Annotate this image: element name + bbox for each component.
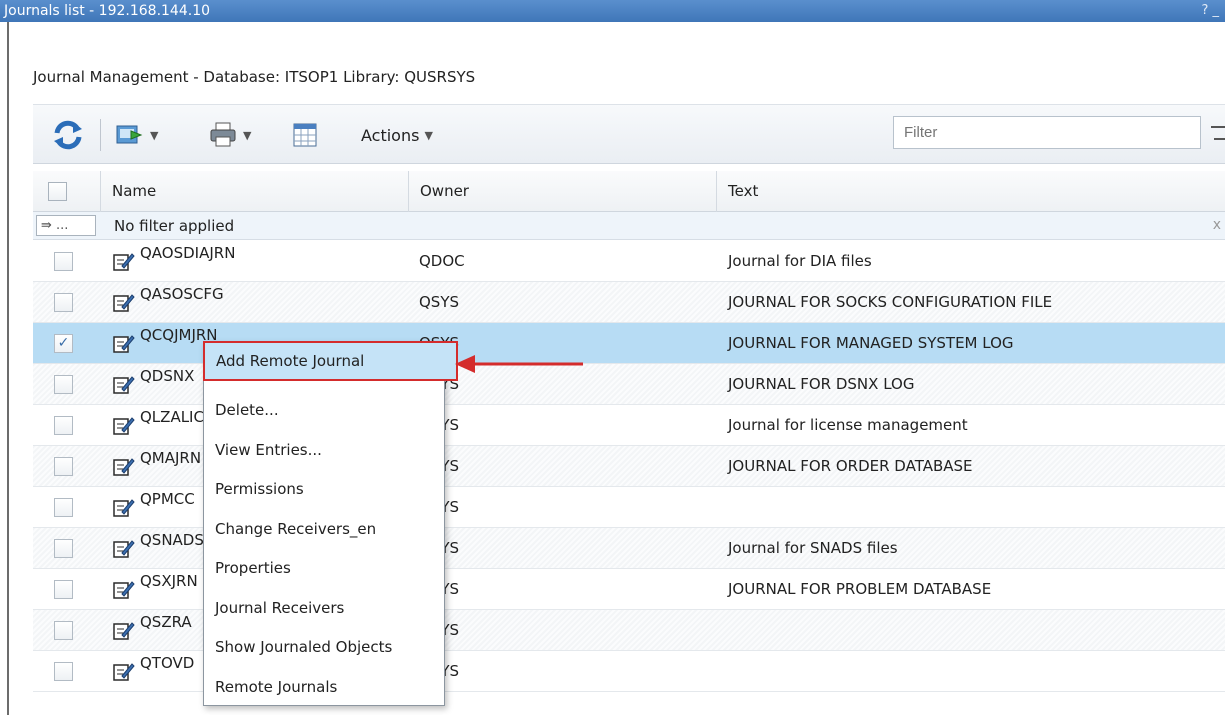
table-row[interactable]: QASOSCFG QSYS JOURNAL FOR SOCKS CONFIGURAT…: [33, 282, 1225, 323]
table-config-icon: [293, 123, 317, 147]
journal-owner: QSYS: [419, 293, 460, 311]
table-row[interactable]: QAOSDIAJRN QDOC Journal for DIA files: [33, 241, 1225, 282]
filter-status-row: ⇛ ... No filter applied x: [33, 212, 1225, 240]
journal-text: Journal for license management: [728, 416, 968, 434]
journal-text: JOURNAL FOR PROBLEM DATABASE: [728, 580, 992, 598]
journal-name[interactable]: QDSNX: [140, 367, 194, 385]
export-menu-button[interactable]: ▼: [115, 119, 158, 151]
menu-item-remote-journals[interactable]: Remote Journals: [204, 667, 444, 707]
table-config-button[interactable]: [293, 119, 317, 151]
apply-filter-button[interactable]: [1208, 117, 1225, 149]
filter-options-label: ...: [56, 218, 69, 233]
journal-text: Journal for SNADS files: [728, 539, 898, 557]
row-checkbox[interactable]: [54, 539, 73, 558]
journal-text: Journal for DIA files: [728, 252, 872, 270]
row-checkbox[interactable]: [54, 416, 73, 435]
journal-icon: [113, 622, 135, 640]
journal-text: JOURNAL FOR SOCKS CONFIGURATION FILE: [728, 293, 1053, 311]
journal-name[interactable]: QAOSDIAJRN: [140, 244, 235, 262]
journal-icon: [113, 540, 135, 558]
window-frame-left: [7, 22, 9, 715]
context-menu: Add Remote Journal Delete... View Entrie…: [203, 341, 458, 707]
column-header-owner[interactable]: Owner: [408, 171, 716, 212]
filter-options-button[interactable]: ⇛ ...: [36, 215, 96, 236]
actions-menu-button[interactable]: Actions ▼: [361, 119, 433, 151]
journal-text: JOURNAL FOR ORDER DATABASE: [728, 457, 973, 475]
journal-text: JOURNAL FOR DSNX LOG: [728, 375, 915, 393]
row-checkbox[interactable]: [54, 662, 73, 681]
menu-item-view-entries[interactable]: View Entries...: [204, 430, 444, 470]
journal-name[interactable]: QSZRA: [140, 613, 192, 631]
chevron-down-icon: ▼: [150, 128, 159, 142]
window-title-bar: Journals list - 192.168.144.10 ? _: [0, 0, 1225, 22]
journal-icon: [113, 499, 135, 517]
journal-name[interactable]: QLZALIC: [140, 408, 204, 426]
chevron-down-icon: ▼: [424, 128, 433, 142]
callout-arrow: [455, 355, 583, 373]
journal-name[interactable]: QSNADS: [140, 531, 204, 549]
journal-icon: [113, 253, 135, 271]
column-header-text[interactable]: Text: [716, 171, 1225, 212]
row-checkbox[interactable]: [54, 375, 73, 394]
window-controls[interactable]: ? _: [1201, 0, 1219, 22]
row-checkbox[interactable]: [54, 498, 73, 517]
journal-icon: [113, 458, 135, 476]
clear-filter-button[interactable]: x: [1213, 212, 1221, 238]
table-header: Name Owner Text: [33, 171, 1225, 212]
filter-input[interactable]: [893, 116, 1201, 149]
apply-filter-icon: [1211, 126, 1225, 140]
journal-icon: [113, 294, 135, 312]
row-checkbox[interactable]: [54, 457, 73, 476]
menu-item-change-receivers[interactable]: Change Receivers_en: [204, 509, 444, 549]
toolbar: ▼ ▼ Actions ▼: [33, 104, 1225, 164]
menu-item-journal-receivers[interactable]: Journal Receivers: [204, 588, 444, 628]
row-checkbox[interactable]: [54, 621, 73, 640]
refresh-button[interactable]: [51, 119, 85, 151]
row-checkbox[interactable]: [54, 580, 73, 599]
menu-item-show-journaled-objects[interactable]: Show Journaled Objects: [204, 627, 444, 667]
journal-icon: [113, 417, 135, 435]
filter-arrows-icon: ⇛: [41, 218, 52, 233]
journal-icon: [113, 376, 135, 394]
chevron-down-icon: ▼: [243, 128, 252, 142]
window-title: Journals list - 192.168.144.10: [4, 3, 211, 19]
menu-item-delete[interactable]: Delete...: [204, 390, 444, 430]
select-all-checkbox[interactable]: [48, 182, 67, 201]
filter-status-text: No filter applied: [114, 217, 235, 235]
journal-name[interactable]: QASOSCFG: [140, 285, 224, 303]
toolbar-separator: [100, 119, 101, 151]
export-icon: [116, 125, 143, 144]
journal-text: JOURNAL FOR MANAGED SYSTEM LOG: [728, 334, 1014, 352]
print-menu-button[interactable]: ▼: [208, 119, 251, 151]
journal-owner: QDOC: [419, 252, 465, 270]
journal-name[interactable]: QPMCC: [140, 490, 195, 508]
row-checkbox[interactable]: [54, 293, 73, 312]
journal-icon: [113, 581, 135, 599]
refresh-icon: [54, 120, 82, 150]
print-icon: [210, 122, 236, 147]
menu-item-permissions[interactable]: Permissions: [204, 469, 444, 509]
journal-icon: [113, 335, 135, 353]
column-header-name[interactable]: Name: [100, 171, 408, 212]
journal-name[interactable]: QTOVD: [140, 654, 194, 672]
journal-name[interactable]: QMAJRN: [140, 449, 201, 467]
page-heading: Journal Management - Database: ITSOP1 Li…: [33, 68, 476, 86]
actions-label: Actions: [361, 125, 420, 145]
journal-icon: [113, 663, 135, 681]
menu-item-add-remote-journal[interactable]: Add Remote Journal: [203, 341, 458, 381]
journal-name[interactable]: QSXJRN: [140, 572, 198, 590]
row-checkbox[interactable]: [54, 252, 73, 271]
row-checkbox[interactable]: ✓: [54, 334, 73, 353]
menu-item-properties[interactable]: Properties: [204, 548, 444, 588]
